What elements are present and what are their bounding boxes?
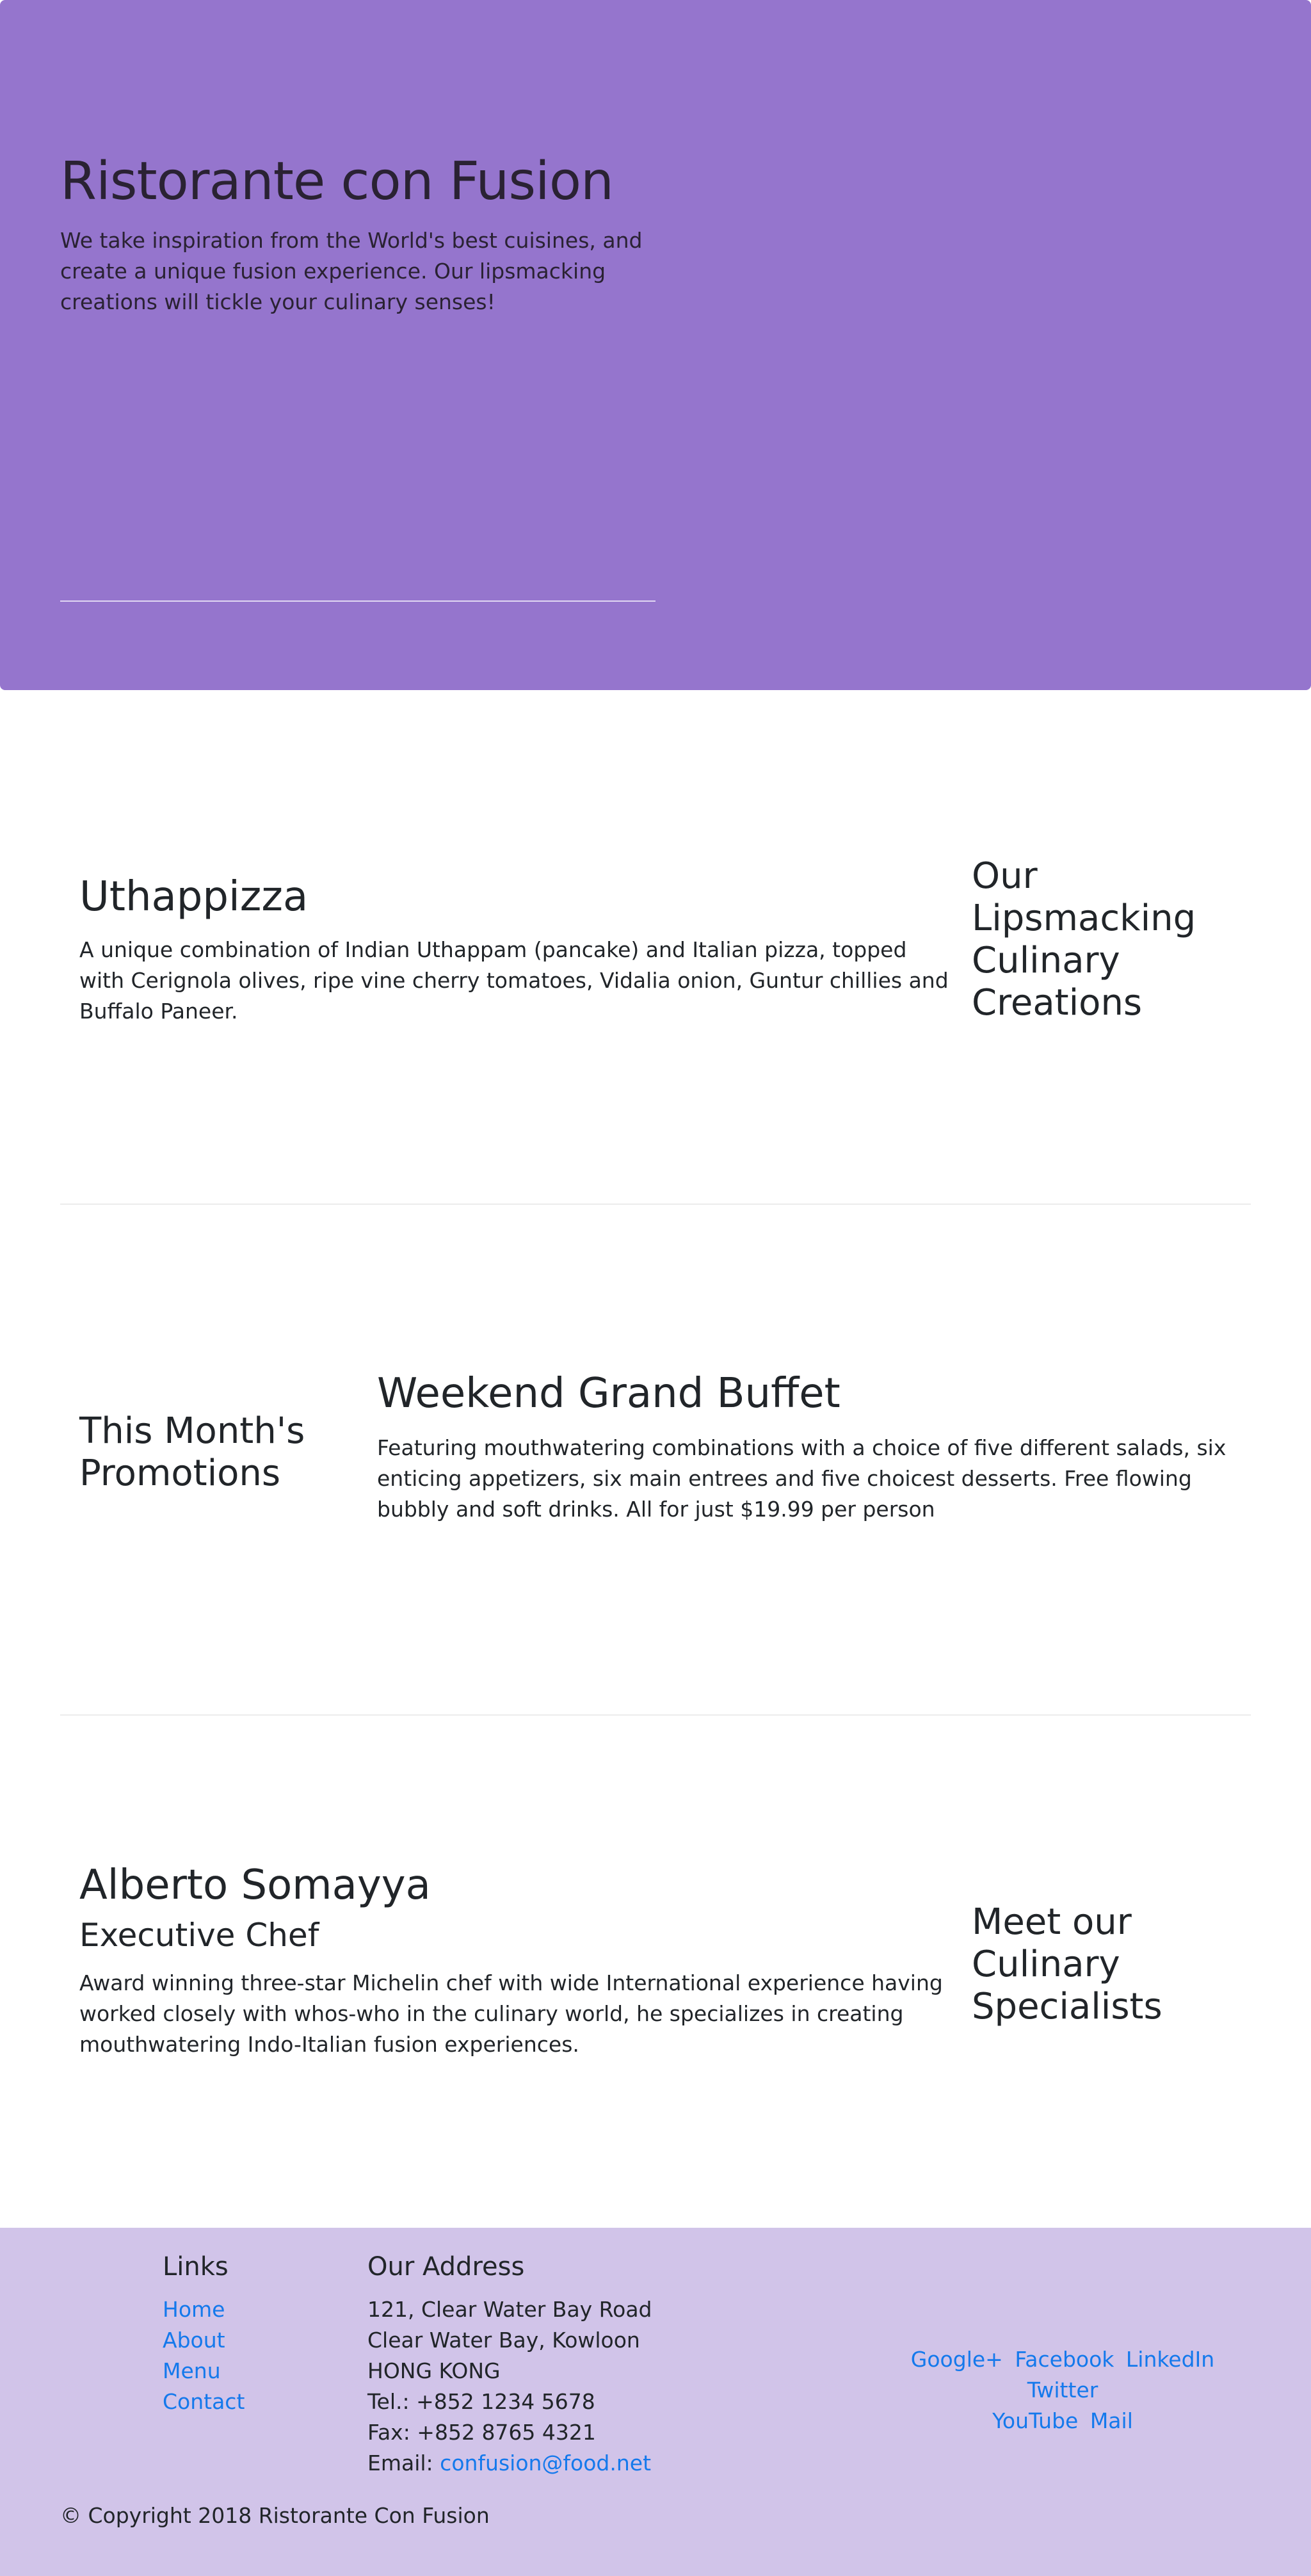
section-divider xyxy=(60,1203,1251,1205)
promotion-name: Weekend Grand Buffet xyxy=(377,1370,840,1417)
footer-address-heading: Our Address xyxy=(367,2252,525,2282)
hero-description: We take inspiration from the World's bes… xyxy=(60,228,643,314)
social-link-linkedin[interactable]: LinkedIn xyxy=(1126,2347,1214,2372)
footer-link-about[interactable]: About xyxy=(163,2328,225,2353)
section-divider xyxy=(60,1714,1251,1716)
leader-section-heading: Meet our Culinary Specialists xyxy=(972,1901,1162,2027)
leader-description: Award winning three-star Michelin chef w… xyxy=(79,1970,943,2057)
footer-link-home[interactable]: Home xyxy=(163,2297,225,2322)
social-link-facebook[interactable]: Facebook xyxy=(1015,2347,1114,2372)
address-line: 121, Clear Water Bay Road xyxy=(367,2297,652,2322)
dish-description: A unique combination of Indian Uthappam … xyxy=(79,937,949,1024)
dish-name: Uthappizza xyxy=(79,873,309,921)
social-link-twitter[interactable]: Twitter xyxy=(1027,2378,1098,2403)
social-links: Google+ Facebook LinkedIn Twitter YouTub… xyxy=(871,2344,1255,2436)
email-line: Email: confusion@food.net xyxy=(367,2448,651,2479)
dish-section-heading: Our Lipsmacking Culinary Creations xyxy=(972,855,1196,1024)
footer-links-heading: Links xyxy=(163,2252,229,2282)
jumbotron: Ristorante con Fusion We take inspiratio… xyxy=(0,0,1311,690)
social-link-youtube[interactable]: YouTube xyxy=(992,2408,1078,2433)
phone-line: Tel.: +852 1234 5678 xyxy=(367,2389,595,2414)
leader-title: Executive Chef xyxy=(79,1917,319,1954)
social-link-mail[interactable]: Mail xyxy=(1090,2408,1133,2433)
promotion-description: Featuring mouthwatering combinations wit… xyxy=(377,1435,1227,1522)
fax-line: Fax: +852 8765 4321 xyxy=(367,2420,596,2445)
hero-title: Ristorante con Fusion xyxy=(60,151,614,212)
promotion-section-heading: This Month's Promotions xyxy=(79,1410,305,1494)
hero-divider xyxy=(60,600,656,602)
email-link[interactable]: confusion@food.net xyxy=(440,2451,651,2475)
social-link-google-plus[interactable]: Google+ xyxy=(911,2347,1003,2372)
address-line: Clear Water Bay, Kowloon xyxy=(367,2328,640,2353)
email-label: Email: xyxy=(367,2451,440,2475)
footer-link-menu[interactable]: Menu xyxy=(163,2358,221,2383)
address-line: HONG KONG xyxy=(367,2358,501,2383)
leader-name: Alberto Somayya xyxy=(79,1862,431,1909)
footer-link-contact[interactable]: Contact xyxy=(163,2389,245,2414)
copyright: © Copyright 2018 Ristorante Con Fusion xyxy=(60,2503,490,2528)
